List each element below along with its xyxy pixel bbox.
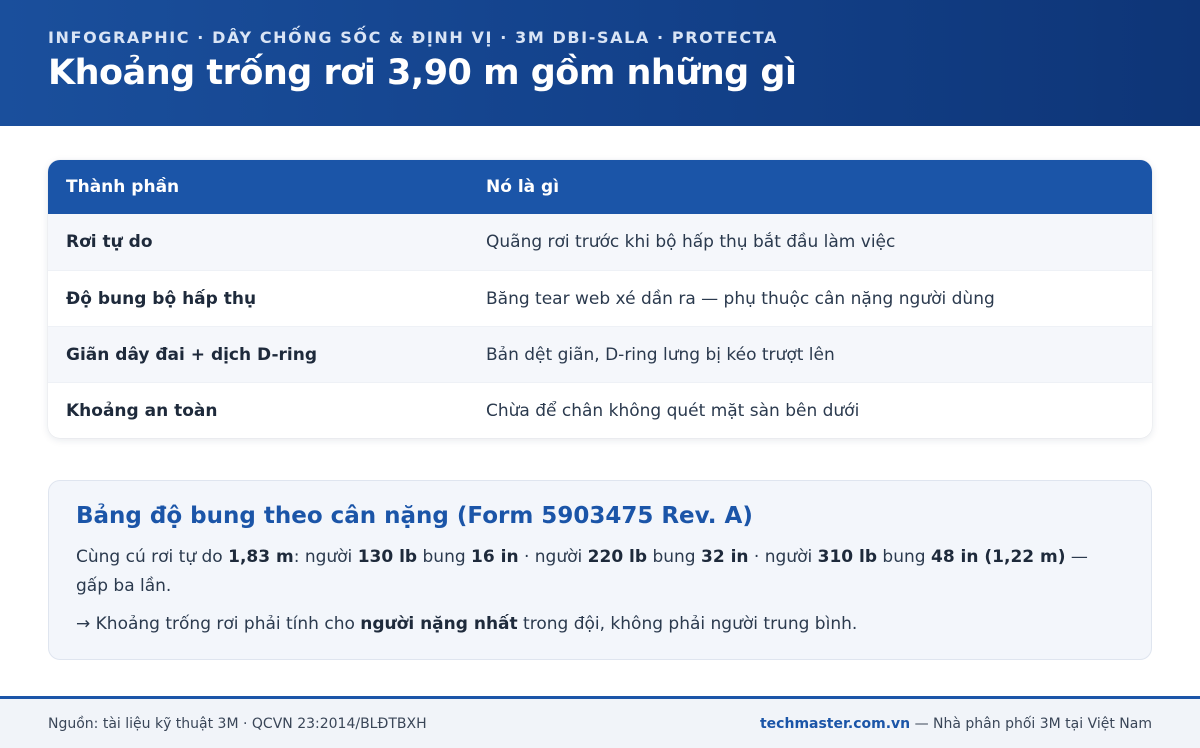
note-value: 16 in <box>471 547 519 567</box>
note-paragraph-conclusion: → Khoảng trống rơi phải tính cho người n… <box>76 611 1124 637</box>
note-value: 1,83 m <box>228 547 294 567</box>
note-value: 48 in (1,22 m) <box>930 547 1066 567</box>
note-text: · người <box>518 547 588 567</box>
footer-brand-link[interactable]: techmaster.com.vn <box>760 716 910 732</box>
note-text: : người <box>293 547 358 567</box>
note-paragraph-weights: Cùng cú rơi tự do 1,83 m: người 130 lb b… <box>76 543 1124 601</box>
table-header: Thành phần Nó là gì <box>48 160 1152 214</box>
footer-source: Nguồn: tài liệu kỹ thuật 3M · QCVN 23:20… <box>48 715 427 732</box>
table-cell-component: Khoảng an toàn <box>66 400 218 421</box>
header-banner: INFOGRAPHIC · DÂY CHỐNG SỐC & ĐỊNH VỊ · … <box>0 0 1200 126</box>
column-header-description: Nó là gì <box>486 177 560 197</box>
note-value: 310 lb <box>817 547 878 567</box>
footer-credit: techmaster.com.vn — Nhà phân phối 3M tại… <box>760 716 1152 732</box>
note-value: 130 lb <box>357 547 418 567</box>
note-text: Cùng cú rơi tự do <box>76 547 229 567</box>
header-kicker: INFOGRAPHIC · DÂY CHỐNG SỐC & ĐỊNH VỊ · … <box>48 28 778 47</box>
note-emphasis: người nặng nhất <box>360 614 518 634</box>
note-value: 220 lb <box>587 547 648 567</box>
note-text: bung <box>417 547 472 567</box>
note-value: 32 in <box>701 547 749 567</box>
footer: Nguồn: tài liệu kỹ thuật 3M · QCVN 23:20… <box>0 696 1200 748</box>
note-text: trong đội, không phải người trung bình. <box>517 614 858 634</box>
note-text: · người <box>748 547 818 567</box>
table-cell-component: Độ bung bộ hấp thụ <box>66 288 257 309</box>
table-cell-component: Giãn dây đai + dịch D-ring <box>66 344 317 365</box>
footer-tagline: — Nhà phân phối 3M tại Việt Nam <box>910 715 1152 732</box>
components-table: Thành phần Nó là gì Rơi tự do Quãng rơi … <box>48 160 1152 438</box>
table-cell-description: Bản dệt giãn, D-ring lưng bị kéo trượt l… <box>486 344 835 365</box>
table-cell-description: Chừa để chân không quét mặt sàn bên dưới <box>486 400 860 421</box>
note-title: Bảng độ bung theo cân nặng (Form 5903475… <box>76 503 753 529</box>
table-cell-description: Băng tear web xé dần ra — phụ thuộc cân … <box>486 288 995 309</box>
note-text: → Khoảng trống rơi phải tính cho <box>76 614 361 634</box>
table-row: Giãn dây đai + dịch D-ring Bản dệt giãn,… <box>48 326 1152 382</box>
table-row: Rơi tự do Quãng rơi trước khi bộ hấp thụ… <box>48 214 1152 270</box>
page-title: Khoảng trống rơi 3,90 m gồm những gì <box>48 53 797 93</box>
note-text: bung <box>877 547 931 567</box>
note-text: bung <box>647 547 702 567</box>
column-header-component: Thành phần <box>66 177 180 197</box>
table-row: Độ bung bộ hấp thụ Băng tear web xé dần … <box>48 270 1152 326</box>
table-cell-component: Rơi tự do <box>66 232 153 252</box>
table-cell-description: Quãng rơi trước khi bộ hấp thụ bắt đầu l… <box>486 232 896 252</box>
deployment-note-box: Bảng độ bung theo cân nặng (Form 5903475… <box>48 480 1152 660</box>
table-row: Khoảng an toàn Chừa để chân không quét m… <box>48 382 1152 438</box>
